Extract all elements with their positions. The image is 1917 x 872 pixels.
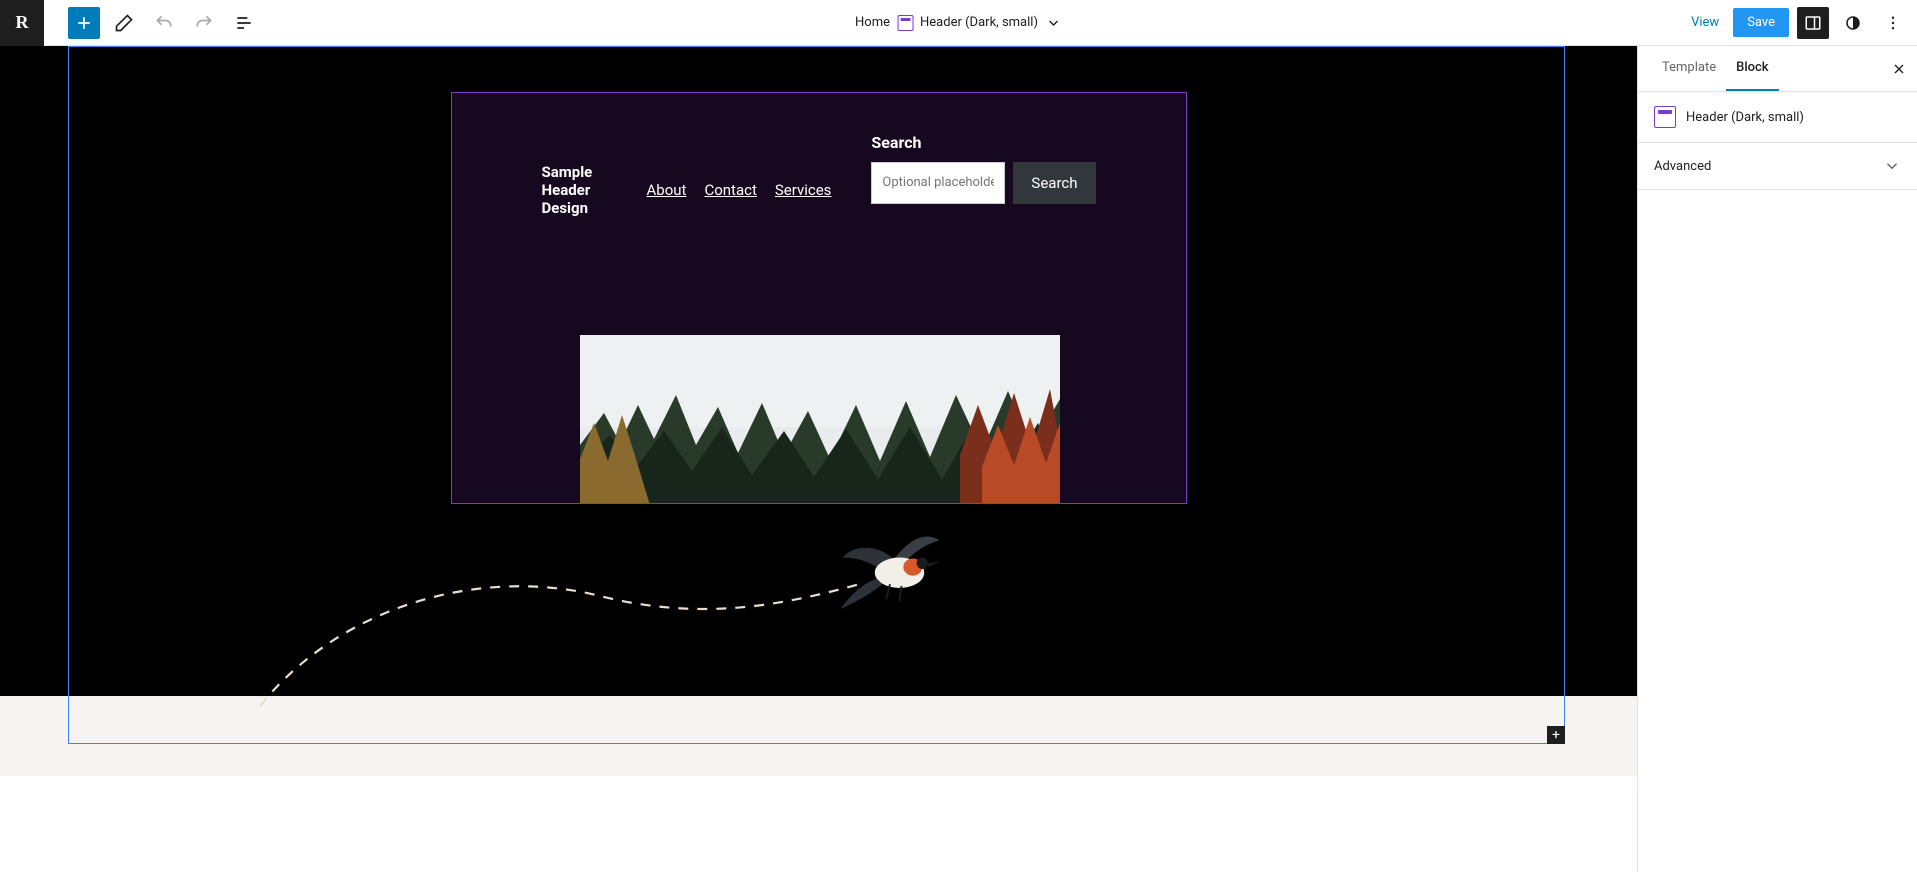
header-row: Sample Header Design About Contact Servi… — [452, 93, 1186, 217]
document-breadcrumb[interactable]: Home Header (Dark, small) — [855, 15, 1062, 31]
bird-illustration — [833, 524, 947, 612]
search-row: Search — [871, 162, 1095, 204]
breadcrumb-template-part-label: Header (Dark, small) — [920, 15, 1038, 30]
search-button[interactable]: Search — [1013, 162, 1095, 204]
chevron-down-icon — [1046, 15, 1062, 31]
advanced-label: Advanced — [1654, 159, 1711, 174]
breadcrumb-page: Home — [855, 15, 890, 30]
styles-toggle[interactable] — [1837, 7, 1869, 39]
topbar-left: R — [0, 0, 260, 46]
nav-link[interactable]: Contact — [704, 181, 756, 199]
breadcrumb-template-part: Header (Dark, small) — [898, 15, 1038, 31]
app-logo[interactable]: R — [0, 0, 44, 46]
main-row: + Sample Header Design About Contact Ser… — [0, 46, 1917, 872]
undo-button[interactable] — [148, 7, 180, 39]
tab-block[interactable]: Block — [1726, 46, 1778, 91]
search-label[interactable]: Search — [871, 133, 1095, 152]
template-part-icon — [898, 15, 914, 31]
advanced-panel-toggle[interactable]: Advanced — [1638, 143, 1917, 190]
view-button[interactable]: View — [1685, 15, 1725, 30]
nav-link[interactable]: Services — [775, 181, 832, 199]
sidebar-tabs: Template Block — [1638, 46, 1917, 92]
list-view-button[interactable] — [228, 7, 260, 39]
edit-tool-button[interactable] — [108, 7, 140, 39]
close-sidebar-button[interactable] — [1885, 55, 1913, 83]
page-body-area[interactable] — [0, 696, 1637, 776]
search-input[interactable] — [871, 162, 1005, 204]
more-menu-button[interactable] — [1877, 7, 1909, 39]
hero-image[interactable] — [580, 335, 1060, 504]
settings-sidebar-toggle[interactable] — [1797, 7, 1829, 39]
settings-sidebar: Template Block Header (Dark, small) Adva… — [1637, 46, 1917, 872]
save-button[interactable]: Save — [1733, 8, 1789, 37]
canvas: + Sample Header Design About Contact Ser… — [0, 46, 1637, 872]
sidebar-block-name: Header (Dark, small) — [1686, 110, 1804, 125]
close-icon — [1891, 61, 1907, 77]
add-block-button[interactable] — [68, 7, 100, 39]
header-block[interactable]: Sample Header Design About Contact Servi… — [451, 92, 1187, 504]
tab-template[interactable]: Template — [1652, 46, 1726, 91]
append-block-button[interactable]: + — [1547, 726, 1565, 744]
redo-button[interactable] — [188, 7, 220, 39]
chevron-down-icon — [1883, 157, 1901, 175]
canvas-scroll[interactable]: + Sample Header Design About Contact Ser… — [0, 46, 1637, 872]
site-title[interactable]: Sample Header Design — [542, 163, 607, 217]
sidebar-block-title: Header (Dark, small) — [1638, 92, 1917, 143]
search-block: Search Search — [871, 133, 1095, 204]
topbar-right: View Save — [1685, 7, 1909, 39]
nav-link[interactable]: About — [646, 181, 686, 199]
primary-nav: About Contact Services — [646, 181, 831, 199]
template-part-icon — [1654, 106, 1676, 128]
topbar: R Home Header (Dark, small) View Save — [0, 0, 1917, 46]
bird-trail — [260, 566, 860, 706]
page-preview[interactable]: + Sample Header Design About Contact Ser… — [0, 46, 1637, 696]
